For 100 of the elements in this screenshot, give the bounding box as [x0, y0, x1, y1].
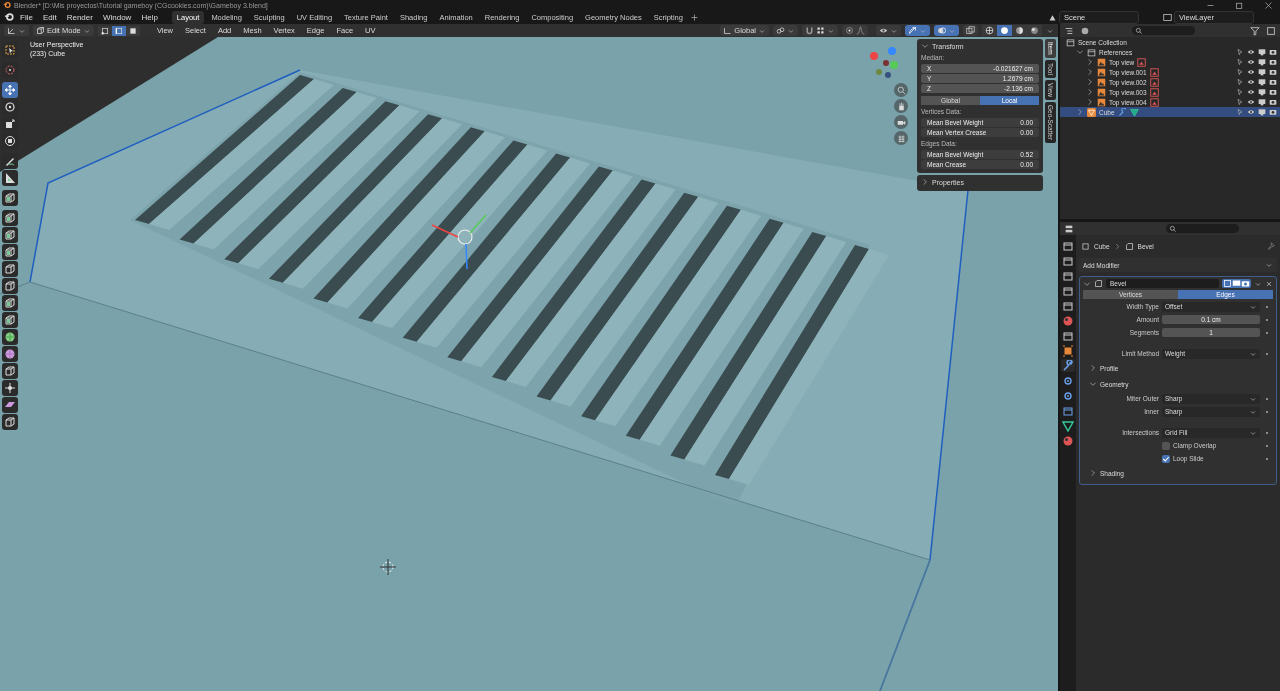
wireframe-sphere-icon: [985, 26, 994, 35]
transform-gizmo[interactable]: [431, 214, 487, 270]
properties-tab[interactable]: [1061, 434, 1075, 447]
properties-icon: [1064, 223, 1074, 234]
image-icon: [1097, 67, 1106, 77]
menu-item[interactable]: File: [16, 11, 37, 23]
hand-icon: [896, 101, 906, 111]
select-mode-button[interactable]: [111, 25, 126, 36]
monitor-icon: [1258, 108, 1266, 116]
magnet-icon: [805, 26, 814, 35]
search-field[interactable]: [1166, 224, 1239, 233]
properties-tab[interactable]: [1061, 359, 1075, 372]
tool-button[interactable]: [2, 397, 18, 413]
select-mode-button[interactable]: [125, 25, 140, 36]
properties-tab[interactable]: [1061, 419, 1075, 432]
properties-tab[interactable]: [1061, 314, 1075, 327]
expand-toggle[interactable]: [1086, 68, 1094, 76]
tool-button[interactable]: [2, 312, 18, 328]
expand-toggle[interactable]: [1083, 279, 1091, 288]
edge-select-icon: [114, 26, 123, 35]
shading-mode-button[interactable]: [982, 25, 997, 36]
expand-toggle[interactable]: [1076, 48, 1084, 56]
expand-toggle[interactable]: [1076, 108, 1084, 116]
tool-button[interactable]: [2, 190, 18, 206]
search-icon: [1135, 26, 1143, 35]
tool-button[interactable]: [2, 210, 18, 226]
shading-mode-button[interactable]: [1012, 25, 1027, 36]
cube-icon: [4, 263, 16, 275]
overlay-button[interactable]: [934, 25, 959, 36]
caret-icon: [1265, 261, 1273, 269]
blender-logo-icon: [4, 12, 14, 22]
cursor-icon: [4, 64, 16, 76]
tool-button[interactable]: [2, 227, 18, 243]
tool-button[interactable]: [2, 261, 18, 277]
pivot-button[interactable]: [773, 25, 798, 36]
eye-icon: [1247, 58, 1255, 66]
properties-tab[interactable]: [1061, 329, 1075, 342]
tool-button[interactable]: [2, 380, 18, 396]
xray-button[interactable]: [963, 25, 978, 36]
visibility-button[interactable]: [876, 25, 901, 36]
move-icon: [4, 84, 16, 96]
cube-icon: [4, 246, 16, 258]
eye-icon: [1247, 78, 1255, 86]
expand-toggle[interactable]: [1086, 58, 1094, 66]
face-select-icon: [128, 26, 137, 35]
select-mode-button[interactable]: [97, 25, 112, 36]
tool-button[interactable]: [2, 414, 18, 430]
close-icon: [1264, 0, 1273, 10]
cube-icon: [36, 26, 45, 35]
expand-toggle[interactable]: [1086, 88, 1094, 96]
tool-button[interactable]: [2, 278, 18, 294]
tool-button[interactable]: [2, 363, 18, 379]
proportional-button[interactable]: [842, 25, 868, 36]
navigation-gizmo[interactable]: [870, 47, 898, 78]
tool-button[interactable]: [2, 82, 18, 98]
camera-icon: [1269, 58, 1277, 66]
rotate-icon: [4, 101, 16, 113]
tool-button[interactable]: [2, 170, 18, 186]
image-icon: [1149, 87, 1159, 97]
tool-button[interactable]: [2, 329, 18, 345]
axes-icon: [723, 26, 733, 35]
properties-tab[interactable]: [1061, 344, 1075, 357]
search-field[interactable]: [1132, 26, 1195, 35]
sphere-icon: [1062, 434, 1074, 447]
3d-cursor[interactable]: [379, 558, 397, 576]
properties-tab[interactable]: [1061, 239, 1075, 252]
image-icon: [1149, 97, 1159, 107]
blender-logo-icon: [3, 1, 11, 9]
move-icon: [4, 382, 16, 394]
globe-icon: [1062, 314, 1074, 327]
sphere-icon: [4, 348, 16, 360]
cube-icon: [4, 229, 16, 241]
menu-item[interactable]: Window: [98, 11, 136, 23]
menu-item[interactable]: Help: [137, 11, 162, 23]
wrench-icon: [1062, 359, 1074, 372]
eye-icon: [1247, 68, 1255, 76]
shading-mode-button[interactable]: [997, 25, 1012, 36]
cube-icon: [4, 314, 16, 326]
image-icon: [1137, 57, 1147, 67]
triangle-icon: [1062, 419, 1074, 432]
tool-button[interactable]: [2, 295, 18, 311]
snap-button[interactable]: [802, 25, 838, 36]
sphere-icon: [4, 331, 16, 343]
image-icon: [1149, 67, 1159, 77]
tool-button[interactable]: [2, 346, 18, 362]
editor-type-button[interactable]: [4, 25, 29, 36]
tool-button[interactable]: [2, 244, 18, 260]
expand-toggle[interactable]: [1086, 98, 1094, 106]
eye-icon: [1247, 98, 1255, 106]
gizmo-button[interactable]: [905, 25, 930, 36]
transform-icon: [4, 135, 16, 147]
filter-icon: [1250, 25, 1260, 36]
expand-toggle[interactable]: [1086, 78, 1094, 86]
shading-mode-button[interactable]: [1027, 25, 1042, 36]
menu-item[interactable]: Edit: [38, 11, 61, 23]
axes-icon: [7, 26, 16, 35]
menu-item[interactable]: Render: [62, 11, 97, 23]
square-icon: [1062, 344, 1074, 357]
monitor-icon: [1258, 98, 1266, 106]
camera-icon: [1269, 108, 1277, 116]
